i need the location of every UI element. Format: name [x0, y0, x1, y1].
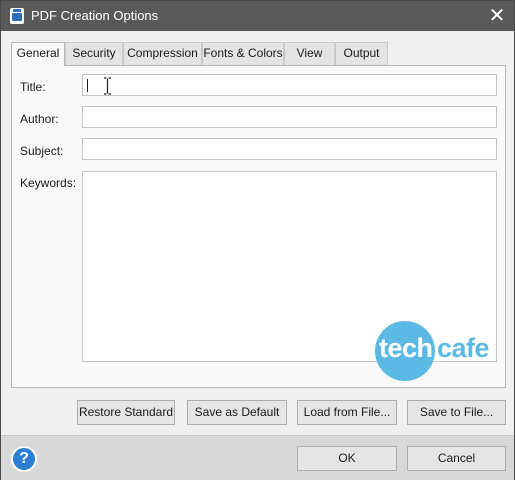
title-input[interactable]: [82, 74, 497, 96]
title-label: Title:: [20, 80, 46, 94]
help-icon[interactable]: ?: [11, 446, 37, 472]
tab-security[interactable]: Security: [65, 42, 123, 65]
save-to-file-button[interactable]: Save to File...: [407, 400, 506, 425]
author-label: Author:: [20, 112, 59, 126]
tab-output[interactable]: Output: [335, 42, 388, 65]
pdf-creation-options-dialog: PDF Creation Options ✕ General Security …: [0, 0, 515, 480]
load-from-file-button[interactable]: Load from File...: [297, 400, 397, 425]
ibeam-cursor-icon: [104, 77, 111, 95]
restore-standard-button[interactable]: Restore Standard: [77, 400, 175, 425]
title-bar: PDF Creation Options ✕: [1, 1, 514, 31]
tab-view[interactable]: View: [284, 42, 335, 65]
subject-input[interactable]: [82, 138, 497, 160]
tab-compression[interactable]: Compression: [123, 42, 202, 65]
close-icon[interactable]: ✕: [486, 5, 508, 27]
dialog-footer: ? OK Cancel: [1, 435, 514, 480]
tab-general[interactable]: General: [11, 42, 65, 66]
tab-fonts-colors[interactable]: Fonts & Colors: [202, 42, 284, 65]
save-as-default-button[interactable]: Save as Default: [187, 400, 287, 425]
subject-label: Subject:: [20, 144, 64, 158]
techcafe-watermark-logo: tech cafe: [375, 321, 495, 381]
text-caret: [87, 79, 88, 92]
pdf-app-icon: [10, 8, 24, 24]
watermark-text-tech: tech: [379, 333, 433, 363]
ok-button[interactable]: OK: [297, 446, 397, 471]
author-input[interactable]: [82, 106, 497, 128]
cancel-button[interactable]: Cancel: [407, 446, 506, 471]
window-title: PDF Creation Options: [31, 8, 159, 23]
watermark-text-cafe: cafe: [437, 333, 490, 363]
keywords-label: Keywords:: [20, 176, 77, 190]
